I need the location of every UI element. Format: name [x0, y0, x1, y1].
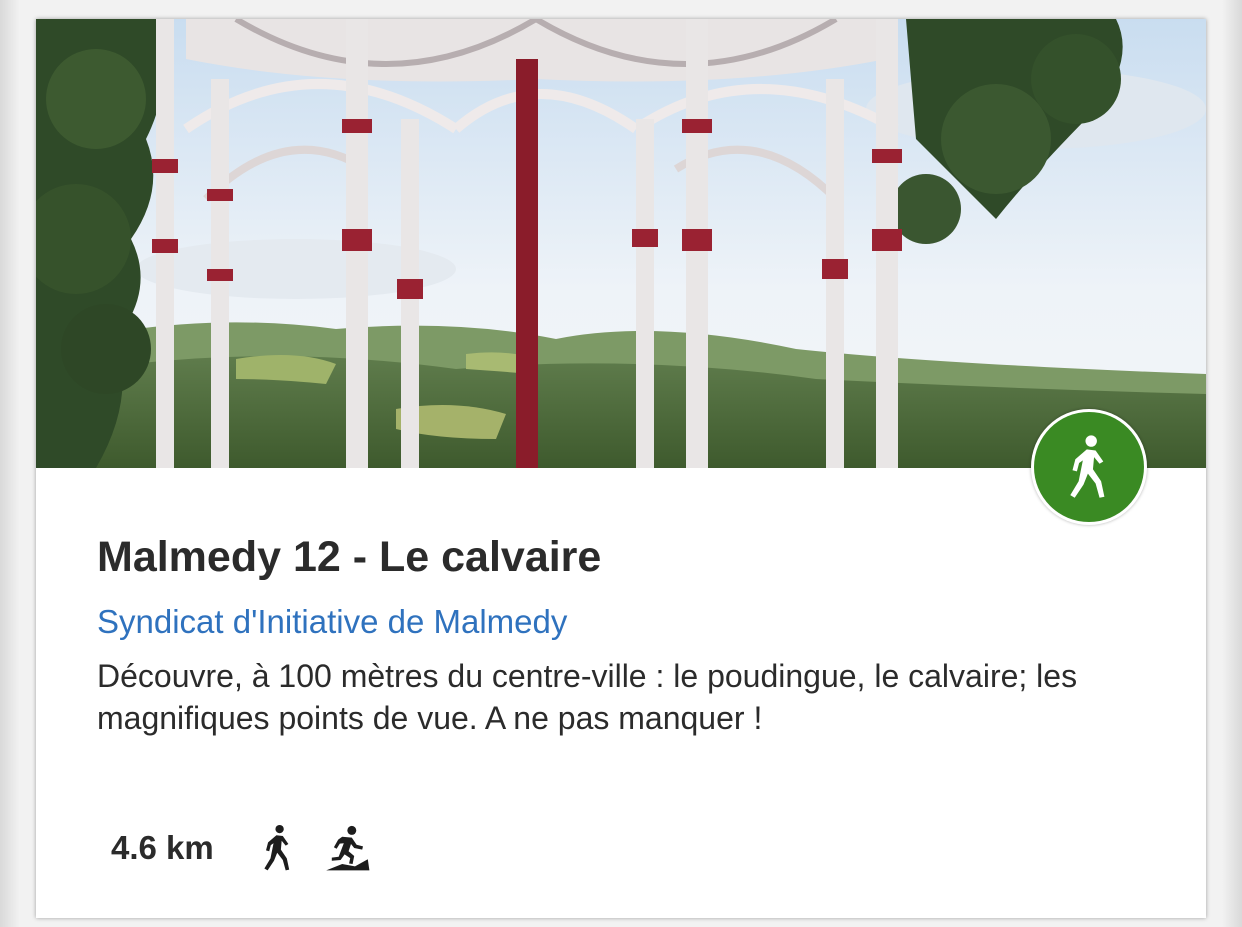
trail-running-icon [325, 825, 370, 871]
walking-icon [264, 824, 289, 871]
trail-description: Découvre, à 100 mètres du centre-ville :… [97, 658, 1078, 736]
activity-badge[interactable] [1031, 409, 1147, 525]
hero-image[interactable] [36, 19, 1206, 468]
distance-value: 4.6 km [111, 829, 214, 866]
trail-stats: 4.6 km [111, 819, 394, 877]
walking-icon [1070, 435, 1105, 498]
activity-badge-circle [1034, 412, 1144, 522]
organizer-link[interactable]: Syndicat d'Initiative de Malmedy [97, 602, 567, 642]
trail-title[interactable]: Malmedy 12 - Le calvaire [97, 531, 601, 583]
trail-card[interactable]: Malmedy 12 - Le calvaire Syndicat d'Init… [36, 19, 1206, 918]
